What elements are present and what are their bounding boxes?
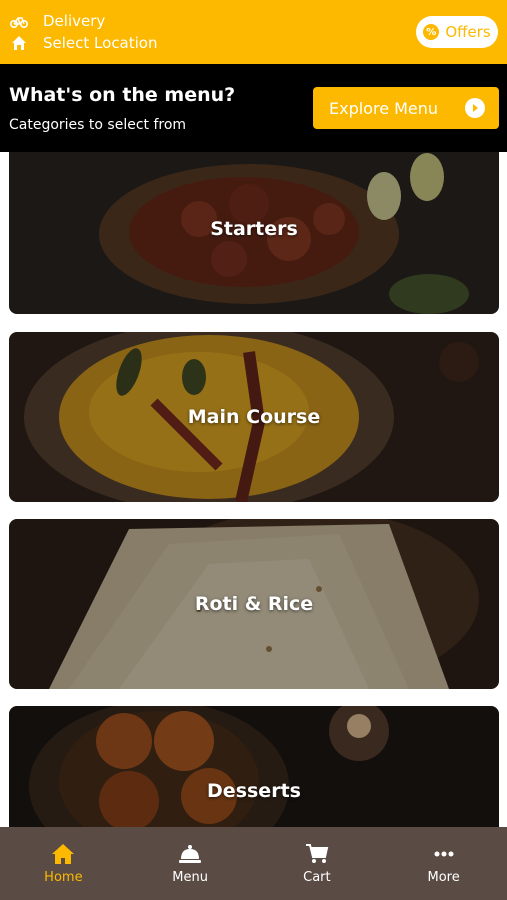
tab-more[interactable]: More [380,827,507,900]
home-icon [50,841,76,867]
tab-label: Home [44,870,83,885]
category-label: Desserts [207,780,301,802]
menu-title: What's on the menu? [9,84,236,106]
tab-label: More [427,870,460,885]
bicycle-icon [10,12,28,30]
category-card-main-course[interactable]: Main Course [9,332,499,502]
home-icon [10,34,28,52]
desserts-image [9,706,499,827]
category-card-starters[interactable]: Starters [9,152,499,314]
explore-menu-label: Explore Menu [329,98,439,118]
tab-label: Cart [303,870,331,885]
offers-label: Offers [445,23,491,41]
category-label: Roti & Rice [194,593,314,615]
more-dots-icon [431,841,457,867]
tab-home[interactable]: Home [0,827,127,900]
tab-menu[interactable]: Menu [127,827,254,900]
menu-subtitle: Categories to select from [9,117,187,133]
location-selector[interactable]: Select Location [10,34,158,52]
category-card-desserts[interactable]: Desserts [9,706,499,827]
explore-menu-button[interactable]: Explore Menu [313,87,499,129]
discount-icon: % [423,24,440,40]
category-card-roti-rice[interactable]: Roti & Rice [9,519,499,689]
tab-cart[interactable]: Cart [254,827,381,900]
delivery-mode-label: Delivery [43,12,106,30]
bottom-tab-bar: Home Menu Cart More [0,827,507,900]
offers-button[interactable]: % Offers [416,16,498,48]
cloche-icon [177,841,203,867]
delivery-mode[interactable]: Delivery [10,12,105,30]
category-list[interactable]: Starters Main Course Roti & Rice Dessert… [0,152,507,827]
category-label: Starters [210,218,298,240]
arrow-right-icon [465,98,485,118]
cart-icon [304,841,330,867]
category-label: Main Course [187,406,321,428]
tab-label: Menu [172,870,208,885]
location-label: Select Location [43,34,158,52]
